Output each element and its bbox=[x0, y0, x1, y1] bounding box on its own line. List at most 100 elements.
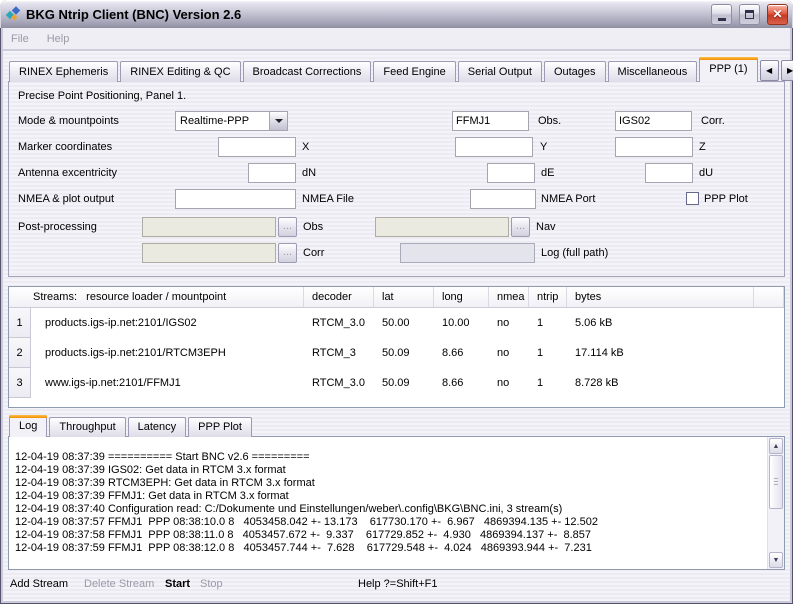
panel-description: Precise Point Positioning, Panel 1. bbox=[18, 86, 186, 106]
stream-row-1[interactable]: 1 products.igs-ip.net:2101/IGS02 RTCM_3.… bbox=[9, 308, 784, 338]
tab-broadcast-corrections[interactable]: Broadcast Corrections bbox=[243, 61, 372, 82]
mode-select[interactable]: Realtime-PPP bbox=[175, 111, 288, 131]
tab-rinex-ephemeris[interactable]: RINEX Ephemeris bbox=[9, 61, 118, 82]
scrollbar-thumb[interactable] bbox=[769, 455, 783, 509]
cell-mountpoint: products.igs-ip.net:2101/IGS02 bbox=[31, 317, 304, 329]
marker-coordinates-label: Marker coordinates bbox=[18, 137, 112, 157]
nmea-port-label: NMEA Port bbox=[541, 189, 595, 209]
menu-bar: File Help bbox=[3, 28, 790, 50]
marker-y-input[interactable] bbox=[455, 137, 533, 157]
cell-lat: 50.00 bbox=[374, 317, 434, 329]
post-nav-file-input[interactable] bbox=[375, 217, 509, 237]
nmea-port-input[interactable] bbox=[470, 189, 536, 209]
log-line: 12-04-19 08:37:39 FFMJ1: Get data in RTC… bbox=[15, 490, 765, 503]
dn-label: dN bbox=[302, 163, 316, 183]
header-streams-mountpoint: Streams: resource loader / mountpoint bbox=[9, 287, 304, 307]
combo-arrow-button[interactable] bbox=[269, 112, 287, 130]
tab-scroll-buttons: ◀ ▶ bbox=[760, 60, 793, 81]
tab-ppp-plot[interactable]: PPP Plot bbox=[188, 417, 252, 437]
log-tab-bar: Log Throughput Latency PPP Plot bbox=[3, 408, 790, 437]
header-nmea: nmea bbox=[489, 287, 529, 307]
obs-label: Obs. bbox=[538, 111, 561, 131]
tab-scroll-right-button[interactable]: ▶ bbox=[781, 60, 793, 81]
cell-decoder: RTCM_3.0 bbox=[304, 317, 374, 329]
marker-z-input[interactable] bbox=[615, 137, 693, 157]
obs-mountpoint-input[interactable] bbox=[452, 111, 529, 131]
stream-row-2[interactable]: 2 products.igs-ip.net:2101/RTCM3EPH RTCM… bbox=[9, 338, 784, 368]
header-decoder: decoder bbox=[304, 287, 374, 307]
menu-file[interactable]: File bbox=[11, 33, 29, 45]
tab-throughput[interactable]: Throughput bbox=[49, 417, 125, 437]
post-obs-file-input[interactable] bbox=[142, 217, 276, 237]
cell-bytes: 5.06 kB bbox=[567, 317, 754, 329]
marker-x-input[interactable] bbox=[218, 137, 296, 157]
post-obs-browse-button[interactable]: ... bbox=[278, 217, 297, 237]
post-corr-browse-button[interactable]: ... bbox=[278, 243, 297, 263]
close-button[interactable]: ✕ bbox=[767, 4, 788, 25]
tab-ppp-1[interactable]: PPP (1) bbox=[699, 57, 757, 82]
tab-feed-engine[interactable]: Feed Engine bbox=[373, 61, 455, 82]
log-output[interactable]: 12-04-19 08:37:39 ========== Start BNC v… bbox=[9, 437, 767, 569]
close-icon: ✕ bbox=[772, 8, 782, 20]
post-nav-browse-button[interactable]: ... bbox=[511, 217, 530, 237]
tab-scroll-left-button[interactable]: ◀ bbox=[760, 60, 779, 81]
bottom-bar: Add Stream Delete Stream Start Stop Help… bbox=[3, 570, 790, 600]
cell-bytes: 17.114 kB bbox=[567, 347, 754, 359]
mode-select-value: Realtime-PPP bbox=[176, 112, 269, 130]
antenna-excentricity-label: Antenna excentricity bbox=[18, 163, 117, 183]
nmea-file-input[interactable] bbox=[175, 189, 296, 209]
header-ntrip: ntrip bbox=[529, 287, 567, 307]
post-corr-label: Corr bbox=[303, 243, 324, 263]
tab-scroll-right-icon: ▶ bbox=[787, 66, 793, 75]
cell-long: 8.66 bbox=[434, 347, 489, 359]
add-stream-button[interactable]: Add Stream bbox=[10, 578, 68, 590]
tab-serial-output[interactable]: Serial Output bbox=[458, 61, 542, 82]
log-line: 12-04-19 08:37:39 IGS02: Get data in RTC… bbox=[15, 464, 765, 477]
header-bytes: bytes bbox=[567, 287, 754, 307]
tab-miscellaneous[interactable]: Miscellaneous bbox=[608, 61, 698, 82]
antenna-du-input[interactable] bbox=[645, 163, 693, 183]
minimize-button[interactable] bbox=[711, 4, 732, 25]
post-log-file-input[interactable] bbox=[400, 243, 535, 263]
stream-row-3[interactable]: 3 www.igs-ip.net:2101/FFMJ1 RTCM_3.0 50.… bbox=[9, 368, 784, 398]
scroll-up-button[interactable]: ▲ bbox=[769, 438, 783, 454]
cell-lat: 50.09 bbox=[374, 347, 434, 359]
title-bar[interactable]: BKG Ntrip Client (BNC) Version 2.6 ✕ bbox=[0, 0, 793, 28]
streams-table: Streams: resource loader / mountpoint de… bbox=[8, 286, 785, 408]
start-button[interactable]: Start bbox=[165, 578, 190, 590]
minimize-icon bbox=[718, 18, 726, 21]
antenna-dn-input[interactable] bbox=[248, 163, 296, 183]
cell-ntrip: 1 bbox=[529, 317, 567, 329]
scrollbar-track[interactable] bbox=[769, 510, 783, 552]
log-scrollbar[interactable]: ▲ ▼ bbox=[767, 437, 784, 569]
menu-help[interactable]: Help bbox=[47, 33, 70, 45]
tab-rinex-editing-qc[interactable]: RINEX Editing & QC bbox=[120, 61, 240, 82]
y-label: Y bbox=[540, 137, 547, 157]
tab-scroll-left-icon: ◀ bbox=[766, 66, 772, 75]
log-line: 12-04-19 08:37:39 RTCM3EPH: Get data in … bbox=[15, 477, 765, 490]
tab-latency[interactable]: Latency bbox=[128, 417, 187, 437]
antenna-de-input[interactable] bbox=[487, 163, 535, 183]
stop-button[interactable]: Stop bbox=[200, 578, 223, 590]
maximize-button[interactable] bbox=[739, 4, 760, 25]
ppp-plot-checkbox[interactable] bbox=[686, 192, 699, 205]
cell-lat: 50.09 bbox=[374, 377, 434, 389]
row-number: 3 bbox=[9, 368, 31, 398]
app-icon bbox=[5, 6, 21, 22]
tab-log[interactable]: Log bbox=[9, 415, 47, 437]
tab-outages[interactable]: Outages bbox=[544, 61, 606, 82]
cell-nmea: no bbox=[489, 347, 529, 359]
log-panel: 12-04-19 08:37:39 ========== Start BNC v… bbox=[8, 436, 785, 570]
de-label: dE bbox=[541, 163, 554, 183]
cell-nmea: no bbox=[489, 377, 529, 389]
ppp-panel: Precise Point Positioning, Panel 1. Mode… bbox=[8, 81, 785, 277]
corr-mountpoint-input[interactable] bbox=[615, 111, 692, 131]
delete-stream-button[interactable]: Delete Stream bbox=[84, 578, 154, 590]
window-title: BKG Ntrip Client (BNC) Version 2.6 bbox=[26, 7, 704, 22]
scroll-down-button[interactable]: ▼ bbox=[769, 552, 783, 568]
post-corr-file-input[interactable] bbox=[142, 243, 276, 263]
ppp-plot-label: PPP Plot bbox=[704, 189, 748, 209]
z-label: Z bbox=[699, 137, 706, 157]
log-line: 12-04-19 08:37:40 Configuration read: C:… bbox=[15, 503, 765, 516]
help-hint: Help ?=Shift+F1 bbox=[358, 578, 438, 590]
